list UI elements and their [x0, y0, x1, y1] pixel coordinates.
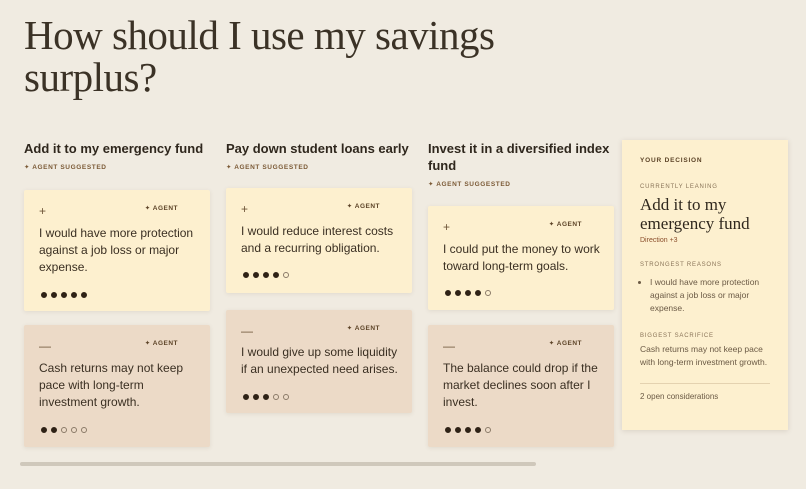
- weight-rating[interactable]: [41, 427, 87, 433]
- rating-dot-filled[interactable]: [253, 394, 259, 400]
- rating-dot-empty[interactable]: [81, 427, 87, 433]
- plus-icon: +: [241, 202, 249, 216]
- rating-dot-filled[interactable]: [465, 427, 471, 433]
- rating-dot-filled[interactable]: [475, 290, 481, 296]
- rating-dot-empty[interactable]: [485, 427, 491, 433]
- option-column-emergency-fund: Add it to my emergency fund ✦ AGENT SUGG…: [24, 140, 210, 171]
- agent-suggested-tag: ✦ AGENT SUGGESTED: [24, 164, 107, 171]
- minus-icon: —: [241, 324, 253, 338]
- agent-badge: ✦ AGENT: [548, 221, 582, 228]
- agent-badge: ✦ AGENT: [144, 205, 178, 212]
- consideration-text: I would give up some liquidity if an une…: [241, 345, 398, 376]
- weight-rating[interactable]: [445, 427, 491, 433]
- minus-icon: —: [39, 339, 51, 353]
- rating-dot-empty[interactable]: [283, 394, 289, 400]
- rating-dot-filled[interactable]: [445, 290, 451, 296]
- rating-dot-empty[interactable]: [61, 427, 67, 433]
- option-column-student-loans: Pay down student loans early ✦ AGENT SUG…: [226, 140, 412, 171]
- option-heading: Invest it in a diversified index fund: [428, 141, 610, 173]
- rating-dot-empty[interactable]: [283, 272, 289, 278]
- rating-dot-filled[interactable]: [445, 427, 451, 433]
- weight-rating[interactable]: [41, 292, 87, 298]
- rating-dot-filled[interactable]: [455, 427, 461, 433]
- consideration-text: I could put the money to work toward lon…: [443, 242, 600, 273]
- option-heading: Pay down student loans early: [226, 141, 409, 156]
- rating-dot-filled[interactable]: [41, 292, 47, 298]
- sacrifice-text: Cash returns may not keep pace with long…: [640, 344, 768, 367]
- consideration-text: I would reduce interest costs and a recu…: [241, 224, 394, 255]
- rating-dot-empty[interactable]: [485, 290, 491, 296]
- weight-rating[interactable]: [243, 394, 289, 400]
- rating-dot-filled[interactable]: [243, 394, 249, 400]
- minus-icon: —: [443, 339, 455, 353]
- rating-dot-filled[interactable]: [243, 272, 249, 278]
- option-heading: Add it to my emergency fund: [24, 141, 204, 156]
- agent-badge: ✦ AGENT: [346, 203, 380, 210]
- direction-score: Direction +3: [640, 237, 678, 244]
- leaning-label: CURRENTLY LEANING: [640, 184, 718, 190]
- page-title: How should I use my savings surplus?: [24, 12, 495, 100]
- rating-dot-filled[interactable]: [41, 427, 47, 433]
- rating-dot-filled[interactable]: [455, 290, 461, 296]
- rating-dot-filled[interactable]: [263, 272, 269, 278]
- rating-dot-filled[interactable]: [81, 292, 87, 298]
- agent-suggested-tag: ✦ AGENT SUGGESTED: [428, 181, 511, 188]
- open-considerations[interactable]: 2 open considerations: [640, 392, 770, 401]
- consideration-text: Cash returns may not keep pace with long…: [39, 361, 184, 409]
- agent-badge: ✦ AGENT: [144, 340, 178, 347]
- pro-card[interactable]: + ✦ AGENT I would have more protection a…: [24, 190, 210, 311]
- agent-badge: ✦ AGENT: [548, 340, 582, 347]
- rating-dot-empty[interactable]: [71, 427, 77, 433]
- weight-rating[interactable]: [445, 290, 491, 296]
- divider: [640, 383, 770, 384]
- weight-rating[interactable]: [243, 272, 289, 278]
- rating-dot-filled[interactable]: [71, 292, 77, 298]
- consideration-text: I would have more protection against a j…: [39, 226, 194, 274]
- reasons-list: I would have more protection against a j…: [640, 276, 770, 315]
- leaning-choice: Add it to my emergency fund: [640, 195, 750, 233]
- decision-heading: YOUR DECISION: [640, 157, 703, 164]
- plus-icon: +: [443, 220, 451, 234]
- pro-card[interactable]: + ✦ AGENT I would reduce interest costs …: [226, 188, 412, 293]
- rating-dot-filled[interactable]: [51, 292, 57, 298]
- agent-suggested-tag: ✦ AGENT SUGGESTED: [226, 164, 309, 171]
- rating-dot-filled[interactable]: [465, 290, 471, 296]
- rating-dot-filled[interactable]: [253, 272, 259, 278]
- reason-item: I would have more protection against a j…: [650, 276, 770, 315]
- con-card[interactable]: — ✦ AGENT I would give up some liquidity…: [226, 310, 412, 413]
- reasons-label: STRONGEST REASONS: [640, 262, 722, 268]
- con-card[interactable]: — ✦ AGENT The balance could drop if the …: [428, 325, 614, 447]
- con-card[interactable]: — ✦ AGENT Cash returns may not keep pace…: [24, 325, 210, 447]
- decision-panel: YOUR DECISION CURRENTLY LEANING Add it t…: [622, 140, 788, 430]
- rating-dot-filled[interactable]: [263, 394, 269, 400]
- rating-dot-filled[interactable]: [51, 427, 57, 433]
- agent-badge: ✦ AGENT: [346, 325, 380, 332]
- rating-dot-filled[interactable]: [273, 272, 279, 278]
- horizontal-scrollbar[interactable]: [20, 462, 536, 466]
- rating-dot-empty[interactable]: [273, 394, 279, 400]
- rating-dot-filled[interactable]: [61, 292, 67, 298]
- rating-dot-filled[interactable]: [475, 427, 481, 433]
- sacrifice-label: BIGGEST SACRIFICE: [640, 333, 714, 339]
- plus-icon: +: [39, 204, 47, 218]
- pro-card[interactable]: + ✦ AGENT I could put the money to work …: [428, 206, 614, 310]
- option-column-index-fund: Invest it in a diversified index fund ✦ …: [428, 140, 614, 188]
- consideration-text: The balance could drop if the market dec…: [443, 361, 598, 409]
